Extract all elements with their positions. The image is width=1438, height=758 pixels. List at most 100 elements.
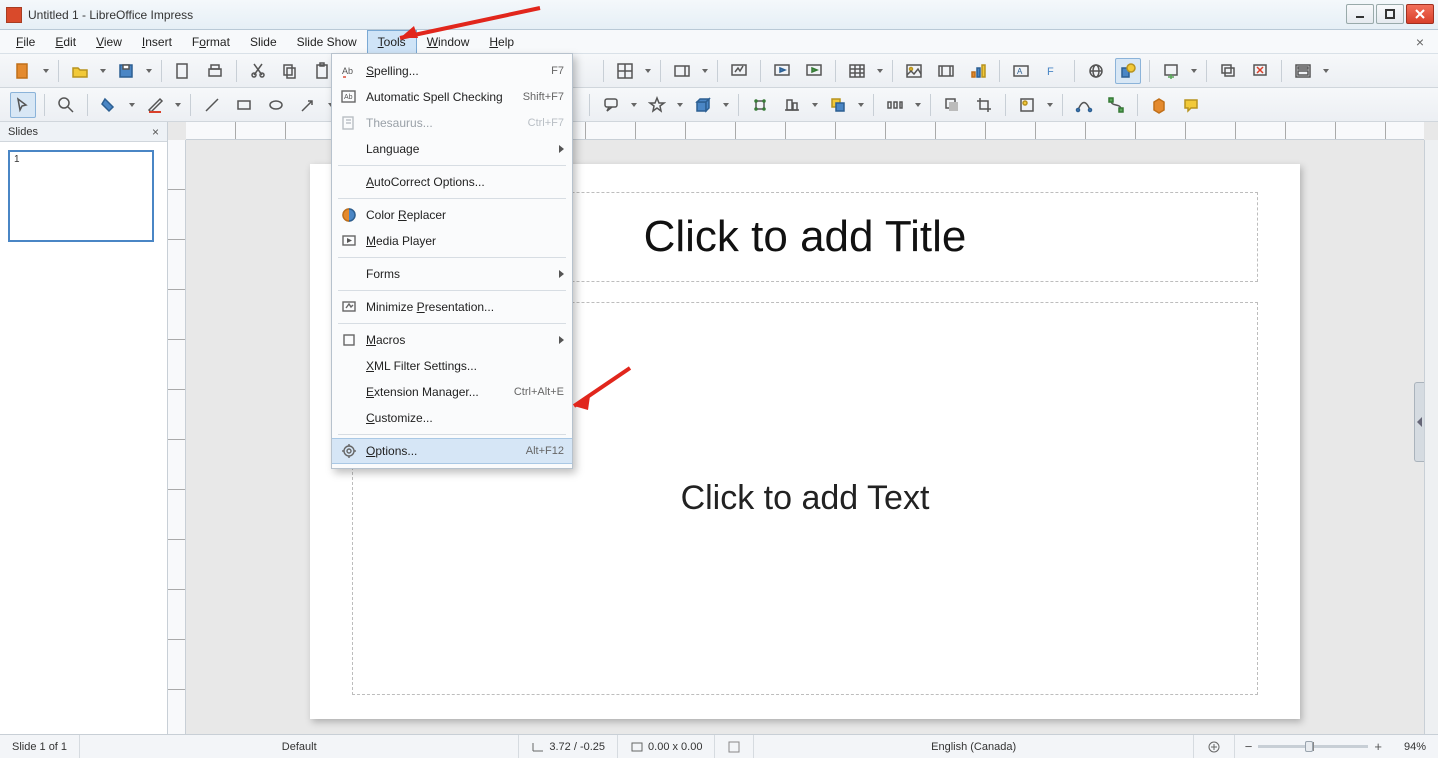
maximize-button[interactable]	[1376, 4, 1404, 24]
insert-comment-icon[interactable]	[1178, 92, 1204, 118]
insert-textbox-icon[interactable]: A	[1008, 58, 1034, 84]
slide-thumbnail-1[interactable]: 1	[8, 150, 154, 242]
zoom-in-icon[interactable]: +	[1374, 739, 1382, 754]
delete-slide-icon[interactable]	[1247, 58, 1273, 84]
duplicate-slide-icon[interactable]	[1215, 58, 1241, 84]
menu-slide[interactable]: Slide	[240, 30, 287, 53]
menu-slideshow[interactable]: Slide Show	[287, 30, 367, 53]
show-draw-functions-icon[interactable]	[1115, 58, 1141, 84]
insert-image-icon[interactable]	[901, 58, 927, 84]
menu-extension-manager[interactable]: Extension Manager... Ctrl+Alt+E	[332, 379, 572, 405]
zoom-slider[interactable]: − +	[1235, 739, 1392, 754]
save-dropdown[interactable]	[145, 69, 153, 73]
slides-panel-body[interactable]: 1	[0, 142, 167, 756]
export-pdf-icon[interactable]	[170, 58, 196, 84]
arrow-line-icon[interactable]	[295, 92, 321, 118]
menu-options[interactable]: Options... Alt+F12	[332, 438, 572, 464]
menu-window[interactable]: Window	[417, 30, 480, 53]
menu-forms[interactable]: Forms	[332, 261, 572, 287]
star-icon[interactable]	[644, 92, 670, 118]
slides-panel-close-icon[interactable]: ×	[152, 125, 159, 139]
vertical-ruler[interactable]	[168, 140, 186, 742]
cut-icon[interactable]	[245, 58, 271, 84]
ellipse-tool-icon[interactable]	[263, 92, 289, 118]
close-doc-button[interactable]: ×	[1408, 30, 1432, 53]
open-icon[interactable]	[67, 58, 93, 84]
align-dropdown[interactable]	[811, 103, 819, 107]
star-dropdown[interactable]	[676, 103, 684, 107]
insert-fontwork-icon[interactable]: F	[1040, 58, 1066, 84]
menu-spelling[interactable]: Ab Spelling... F7	[332, 58, 572, 84]
fill-color-dropdown[interactable]	[128, 103, 136, 107]
zoom-out-icon[interactable]: −	[1245, 739, 1253, 754]
select-tool-icon[interactable]	[10, 92, 36, 118]
insert-av-icon[interactable]	[933, 58, 959, 84]
menu-minimize-presentation[interactable]: Minimize Presentation...	[332, 294, 572, 320]
menu-macros[interactable]: Macros	[332, 327, 572, 353]
3d-dropdown[interactable]	[722, 103, 730, 107]
align-objects-icon[interactable]	[779, 92, 805, 118]
zoom-tool-icon[interactable]	[53, 92, 79, 118]
status-fit-page[interactable]	[1194, 735, 1235, 758]
rotate-icon[interactable]	[747, 92, 773, 118]
new-slide-icon[interactable]	[1158, 58, 1184, 84]
crop-icon[interactable]	[971, 92, 997, 118]
display-grid-icon[interactable]	[612, 58, 638, 84]
menu-edit[interactable]: Edit	[45, 30, 86, 53]
close-button[interactable]	[1406, 4, 1434, 24]
shadow-icon[interactable]	[939, 92, 965, 118]
open-dropdown[interactable]	[99, 69, 107, 73]
menu-autocorrect[interactable]: AutoCorrect Options...	[332, 169, 572, 195]
filter-icon[interactable]	[1014, 92, 1040, 118]
minimize-button[interactable]	[1346, 4, 1374, 24]
zoom-knob[interactable]	[1305, 741, 1313, 752]
insert-hyperlink-icon[interactable]	[1083, 58, 1109, 84]
status-language[interactable]: English (Canada)	[754, 735, 1193, 758]
menu-customize[interactable]: Customize...	[332, 405, 572, 431]
menu-view[interactable]: View	[86, 30, 132, 53]
menu-tools[interactable]: Tools	[367, 30, 417, 53]
table-dropdown[interactable]	[876, 69, 884, 73]
menu-insert[interactable]: Insert	[132, 30, 182, 53]
fill-color-icon[interactable]	[96, 92, 122, 118]
slide-layout-icon[interactable]	[1290, 58, 1316, 84]
menu-help[interactable]: Help	[479, 30, 524, 53]
zoom-percent[interactable]: 94%	[1392, 735, 1438, 758]
menu-language[interactable]: Language	[332, 136, 572, 162]
insert-chart-icon[interactable]	[965, 58, 991, 84]
save-icon[interactable]	[113, 58, 139, 84]
new-dropdown[interactable]	[42, 69, 50, 73]
display-grid-dropdown[interactable]	[644, 69, 652, 73]
menu-media-player[interactable]: Media Player	[332, 228, 572, 254]
print-icon[interactable]	[202, 58, 228, 84]
distribute-dropdown[interactable]	[914, 103, 922, 107]
slide-layout-dropdown[interactable]	[1322, 69, 1330, 73]
menu-color-replacer[interactable]: Color Replacer	[332, 202, 572, 228]
vertical-scrollbar[interactable]	[1424, 140, 1438, 742]
line-color-icon[interactable]	[142, 92, 168, 118]
extrusion-icon[interactable]	[1146, 92, 1172, 118]
menu-file[interactable]: File	[6, 30, 45, 53]
status-signature[interactable]	[715, 735, 754, 758]
filter-dropdown[interactable]	[1046, 103, 1054, 107]
insert-table-icon[interactable]	[844, 58, 870, 84]
distribute-icon[interactable]	[882, 92, 908, 118]
copy-icon[interactable]	[277, 58, 303, 84]
rect-tool-icon[interactable]	[231, 92, 257, 118]
menu-format[interactable]: Format	[182, 30, 240, 53]
points-edit-icon[interactable]	[1071, 92, 1097, 118]
new-doc-icon[interactable]	[10, 58, 36, 84]
arrange-icon[interactable]	[825, 92, 851, 118]
menu-xml-filter[interactable]: XML Filter Settings...	[332, 353, 572, 379]
arrange-dropdown[interactable]	[857, 103, 865, 107]
sidebar-grip[interactable]	[1414, 382, 1424, 462]
callout-dropdown[interactable]	[630, 103, 638, 107]
start-from-first-icon[interactable]	[769, 58, 795, 84]
new-slide-dropdown[interactable]	[1190, 69, 1198, 73]
3d-objects-icon[interactable]	[690, 92, 716, 118]
display-views-icon[interactable]	[669, 58, 695, 84]
line-color-dropdown[interactable]	[174, 103, 182, 107]
gluepoints-icon[interactable]	[1103, 92, 1129, 118]
start-from-current-icon[interactable]	[801, 58, 827, 84]
callout-icon[interactable]	[598, 92, 624, 118]
